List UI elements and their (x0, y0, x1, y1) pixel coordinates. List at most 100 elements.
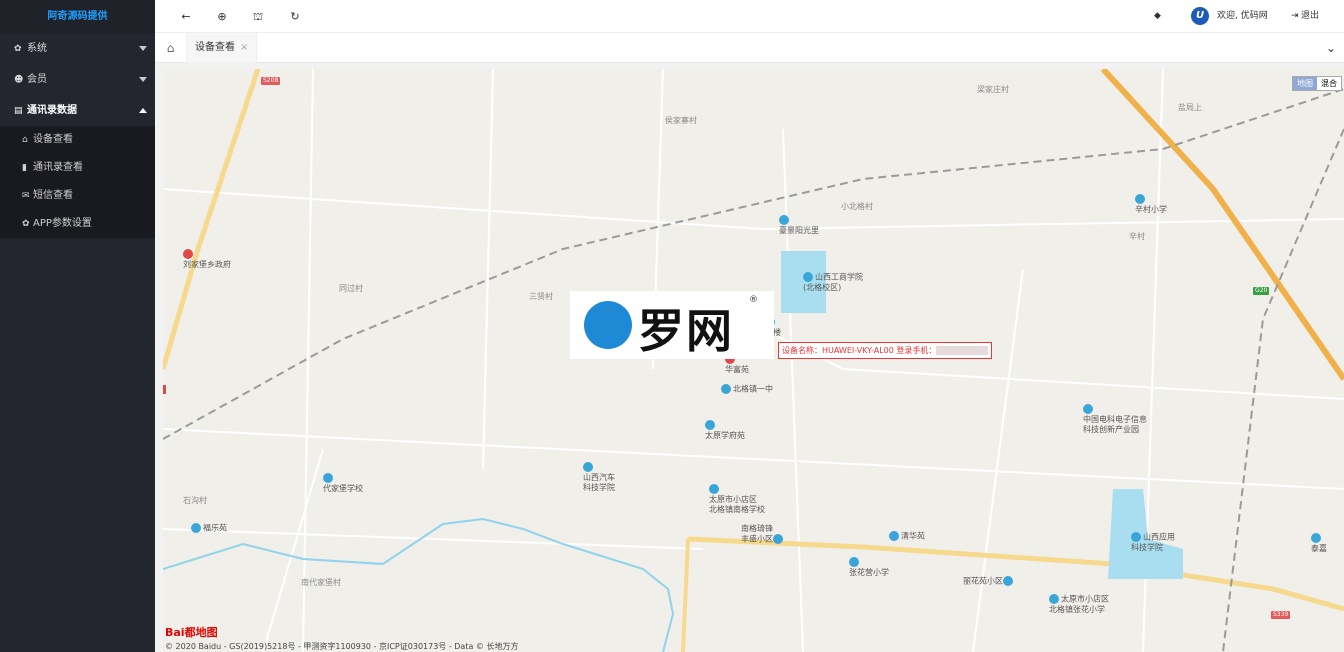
menu-label: 通讯录数据 (27, 105, 77, 116)
poi-marker[interactable]: 豪景阳光里 (779, 215, 819, 236)
pin-icon (1311, 533, 1321, 543)
poi-label: 北格镇一中 (733, 384, 773, 394)
sub-label: APP参数设置 (33, 218, 92, 229)
device-info-text: 设备名称：HUAWEI-VKY-AL00 登录手机： (782, 346, 937, 355)
chevron-up-icon (139, 108, 147, 113)
poi-marker[interactable]: 刘家堡乡政府 (183, 249, 231, 270)
poi-label: 清华苑 (901, 531, 925, 541)
logout-icon[interactable]: ⇥ (1291, 0, 1299, 33)
edge-marker (163, 385, 166, 394)
poi-marker[interactable]: 山西汽车 科技学院 (583, 462, 615, 493)
users-icon: ☻ (14, 75, 24, 85)
chevron-down-icon (139, 46, 147, 51)
poi-label: 丽花苑小区 (963, 576, 1003, 586)
pin-icon (183, 249, 193, 259)
poi-marker[interactable]: 清华苑 (889, 531, 925, 542)
poi-marker[interactable]: 丽花苑小区 (963, 576, 1015, 587)
road-badge: S208 (261, 77, 281, 85)
pin-icon (1049, 594, 1059, 604)
pin-icon (1135, 194, 1145, 204)
logout-link[interactable]: 退出 (1301, 0, 1319, 33)
map-copyright: © 2020 Baidu - GS(2019)5218号 - 甲测资字11009… (165, 642, 519, 651)
village-label: 辛村 (1129, 232, 1145, 241)
home-icon[interactable]: ⌂ (155, 33, 187, 63)
poi-marker[interactable]: 南格琦锋 丰盛小区 (741, 524, 785, 545)
welcome-text[interactable]: 欢迎, 优码网 (1217, 0, 1268, 33)
pin-icon (191, 523, 201, 533)
device-info-label[interactable]: 设备名称：HUAWEI-VKY-AL00 登录手机： (778, 342, 992, 359)
road-badge: G20 (1253, 287, 1270, 295)
watermark-logo: 罗网 ® (570, 291, 774, 359)
menu-item-members[interactable]: ☻ 会员 (0, 64, 155, 95)
poi-label: 福乐苑 (203, 523, 227, 533)
poi-marker[interactable]: 太原市小店区 北格镇张花小学 (1049, 594, 1109, 615)
poi-marker[interactable]: 福乐苑 (191, 523, 227, 534)
sub-item-contacts-view[interactable]: ▮ 通讯录查看 (0, 154, 155, 182)
poi-marker[interactable]: 中国电科电子信息 科技创新产业园 (1083, 404, 1147, 435)
poi-label: 山西汽车 科技学院 (583, 472, 615, 492)
brand-title: 阿奇源码提供 (0, 0, 155, 33)
tab-label: 设备查看 (195, 42, 235, 53)
spider-logo-icon (584, 301, 632, 349)
poi-label: 豪景阳光里 (779, 225, 819, 235)
poi-label: 华富苑 (725, 364, 749, 374)
chevron-down-icon[interactable]: ⌄ (1326, 33, 1336, 63)
sub-item-app-settings[interactable]: ✿ APP参数设置 (0, 210, 155, 238)
sub-label: 短信查看 (33, 190, 73, 201)
close-icon[interactable]: × (240, 42, 248, 53)
bank-icon[interactable]: ⛫ (247, 0, 269, 33)
pin-icon (773, 534, 783, 544)
poi-marker[interactable]: 辛村小学 (1135, 194, 1167, 215)
sub-item-sms-view[interactable]: ✉ 短信查看 (0, 182, 155, 210)
sub-label: 设备查看 (33, 134, 73, 145)
village-label: 梁家庄村 (977, 85, 1009, 94)
pin-icon (323, 473, 333, 483)
tab-device-view[interactable]: 设备查看 × (187, 33, 258, 63)
chevron-down-icon (139, 77, 147, 82)
poi-marker[interactable]: 山西工商学院 (北格校区) (803, 272, 863, 293)
pin-icon (1083, 404, 1093, 414)
poi-marker[interactable]: 太原市小店区 北格镇南格学校 (709, 484, 765, 515)
menu-item-system[interactable]: ✿ 系统 (0, 33, 155, 64)
menu-item-contacts-data[interactable]: ▤ 通讯录数据 (0, 95, 155, 126)
poi-marker[interactable]: 太原学府苑 (705, 420, 745, 441)
poi-label: 辛村小学 (1135, 204, 1167, 214)
sidebar: 阿奇源码提供 ✿ 系统 ☻ 会员 ▤ 通讯录数据 ⌂ 设备查看 ▮ 通讯录查看 ✉ 短信查看… (0, 0, 155, 652)
pin-icon (709, 484, 719, 494)
village-label: 盐局上 (1178, 103, 1202, 112)
card-icon: ▤ (14, 106, 23, 116)
gear-icon: ✿ (14, 44, 22, 54)
map-type-hybrid[interactable]: 混合 (1317, 77, 1341, 90)
poi-marker[interactable]: 代家堡学校 (323, 473, 363, 494)
lock-icon: ⌂ (22, 135, 28, 145)
back-arrow-icon[interactable]: ← (175, 0, 197, 33)
pin-icon (705, 420, 715, 430)
poi-marker[interactable]: 张花营小学 (849, 557, 889, 578)
map-type-switch[interactable]: 地图 混合 (1292, 76, 1342, 91)
village-label: 南代家堡村 (301, 578, 341, 587)
user-logo-icon[interactable]: U (1191, 7, 1209, 25)
fullscreen-icon[interactable]: ⊕ (211, 0, 233, 33)
sub-item-device-view[interactable]: ⌂ 设备查看 (0, 126, 155, 154)
menu-label: 系统 (27, 43, 47, 54)
map-view[interactable]: 地图 混合 S208 G20 S339 侯家寨村 梁家庄村 盐局上 小北格村 辛… (163, 69, 1344, 652)
submenu: ⌂ 设备查看 ▮ 通讯录查看 ✉ 短信查看 ✿ APP参数设置 (0, 126, 155, 238)
poi-label: 太原市小店区 北格镇南格学校 (709, 494, 765, 514)
tag-icon[interactable]: ◆ (1154, 0, 1161, 33)
pin-icon (889, 531, 899, 541)
pin-icon (721, 384, 731, 394)
poi-marker[interactable]: 山西应用 科技学院 (1131, 532, 1175, 553)
refresh-icon[interactable]: ↻ (284, 0, 306, 33)
topbar: ← ⊕ ⛫ ↻ ◆ U 欢迎, 优码网 ⇥ 退出 (155, 0, 1344, 33)
registered-mark: ® (749, 295, 758, 305)
book-icon: ▮ (22, 163, 27, 173)
poi-marker[interactable]: 北格镇一中 (721, 384, 773, 395)
poi-label: 代家堡学校 (323, 483, 363, 493)
map-type-map[interactable]: 地图 (1293, 77, 1317, 90)
poi-label: 南格琦锋 丰盛小区 (741, 524, 773, 544)
pin-icon (779, 215, 789, 225)
village-label: 同过村 (339, 284, 363, 293)
baidu-logo[interactable]: Bai都地图 (165, 624, 218, 640)
gear-icon: ✿ (22, 219, 30, 229)
poi-marker[interactable]: 泰嘉 (1311, 533, 1327, 554)
